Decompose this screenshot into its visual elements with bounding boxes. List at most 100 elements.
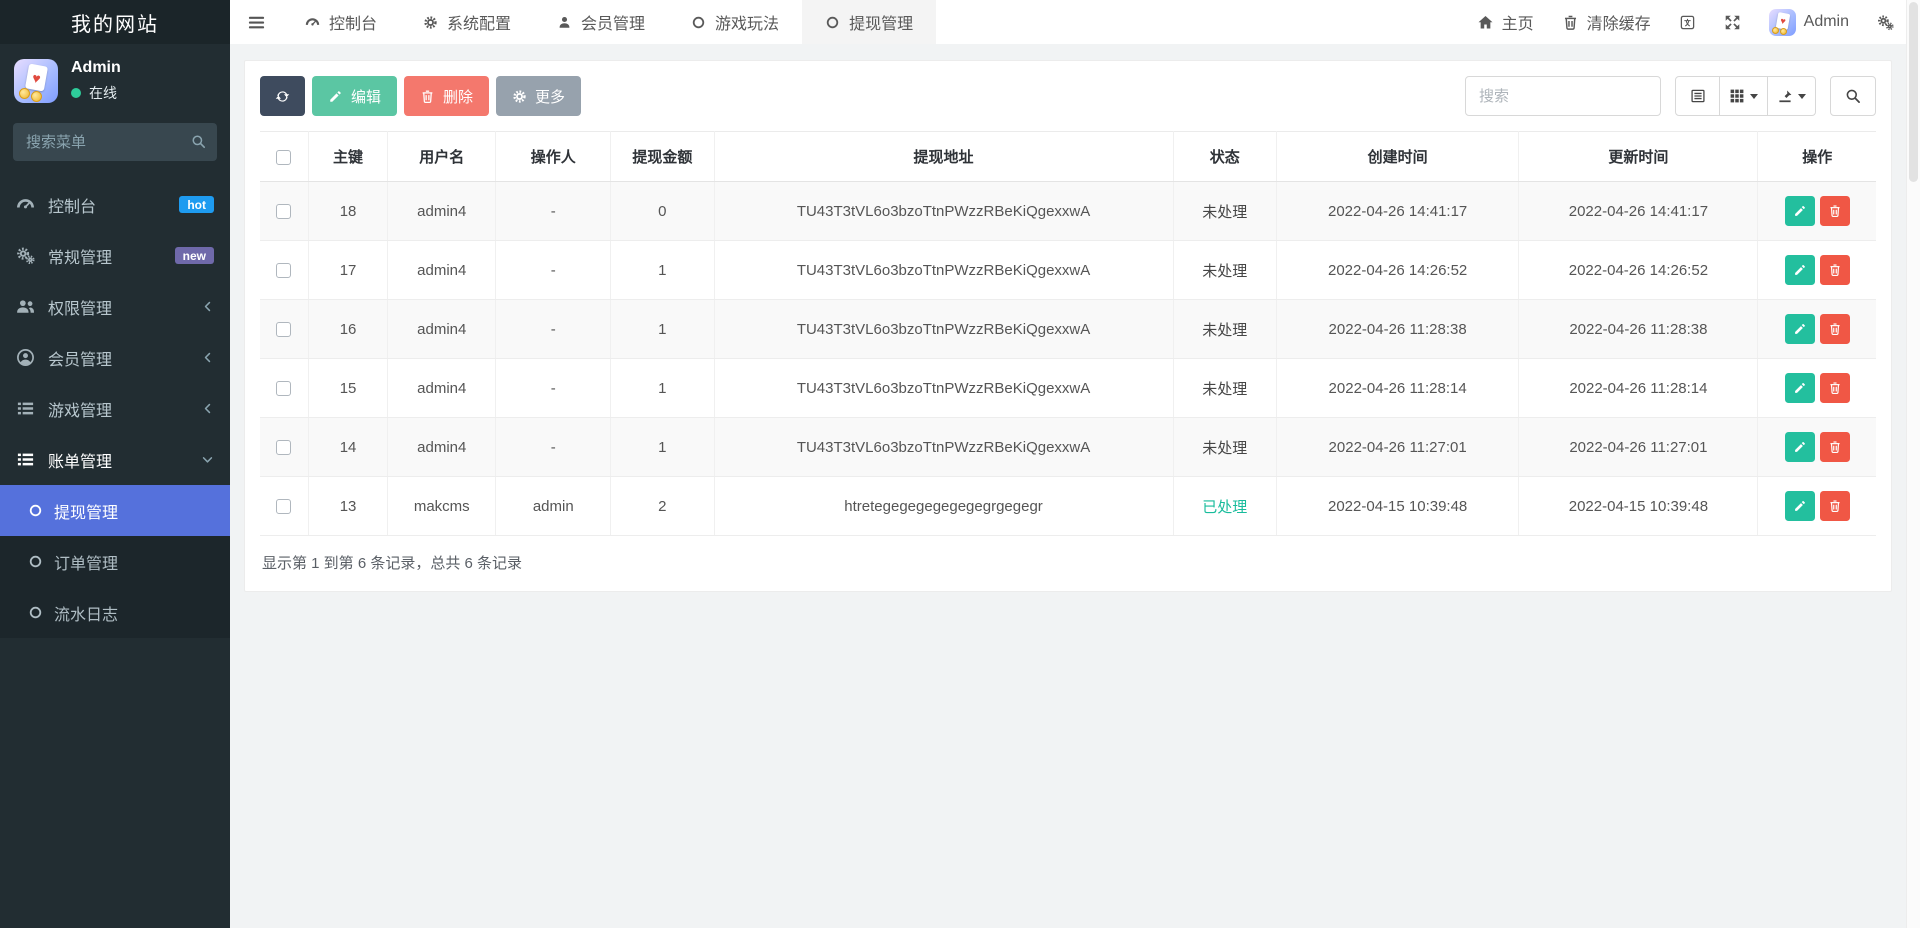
sidebar-item-label: 游戏管理 <box>48 402 113 420</box>
settings-button[interactable] <box>1877 14 1894 31</box>
tab-withdraw[interactable]: 提现管理 <box>802 0 937 44</box>
cell-address: htretegegegegegegegrgegegr <box>714 476 1174 536</box>
delete-row-button[interactable] <box>1819 196 1850 226</box>
chevron-down-icon <box>201 453 214 466</box>
sidebar-subitem-order[interactable]: 订单管理 <box>0 536 230 587</box>
delete-row-button[interactable] <box>1819 432 1850 462</box>
delete-row-button[interactable] <box>1819 373 1850 403</box>
toolbar-right <box>1465 76 1876 116</box>
cell-amount: 1 <box>610 299 715 359</box>
column-header: 状态 <box>1173 131 1277 182</box>
pencil-icon <box>328 89 343 104</box>
status-text: 未处理 <box>1202 203 1248 221</box>
sidebar-toggle-button[interactable] <box>230 0 282 44</box>
sidebar-subitem-label: 流水日志 <box>54 606 119 624</box>
tab-label: 会员管理 <box>581 16 646 33</box>
tab-system-config[interactable]: 系统配置 <box>400 0 534 44</box>
export-button[interactable] <box>1768 76 1816 116</box>
sidebar-item-game[interactable]: 游戏管理 <box>0 383 230 434</box>
language-button[interactable] <box>1679 14 1696 31</box>
caret-down-icon <box>1798 93 1806 99</box>
circle-icon <box>825 15 840 30</box>
sidebar-item-general[interactable]: 常规管理 new <box>0 230 230 281</box>
table-card: 编辑 删除 更多 搜索 主键 用户名 操作人 提现金额 提现地址 状态 创建时间… <box>244 60 1892 592</box>
cell-amount: 0 <box>610 181 715 241</box>
sidebar-item-billing[interactable]: 账单管理 <box>0 434 230 485</box>
cell-status: 已处理 <box>1173 476 1277 536</box>
delete-row-button[interactable] <box>1819 255 1850 285</box>
tab-member[interactable]: 会员管理 <box>534 0 668 44</box>
row-checkbox[interactable] <box>276 263 292 279</box>
columns-button[interactable] <box>1720 76 1768 116</box>
row-checkbox[interactable] <box>276 440 292 456</box>
cell-operator: - <box>495 240 612 300</box>
edit-row-button[interactable] <box>1784 314 1815 344</box>
menu-search-input[interactable] <box>13 123 217 161</box>
cell-id: 16 <box>308 299 389 359</box>
clear-cache-link[interactable]: 清除缓存 <box>1562 10 1651 34</box>
fullscreen-button[interactable] <box>1724 14 1741 31</box>
cell-updated-time: 2022-04-26 11:28:14 <box>1518 358 1759 418</box>
cell-actions <box>1757 358 1876 418</box>
delete-button[interactable]: 删除 <box>404 76 490 116</box>
online-label: 在线 <box>89 85 117 101</box>
export-icon <box>1777 88 1793 104</box>
status-text: 未处理 <box>1202 439 1248 457</box>
cell-username: admin4 <box>387 181 497 241</box>
sidebar-subitem-flow[interactable]: 流水日志 <box>0 587 230 638</box>
delete-row-button[interactable] <box>1819 491 1850 521</box>
delete-label: 删除 <box>443 88 474 106</box>
scrollbar-thumb[interactable] <box>1909 2 1918 182</box>
row-select-cell <box>260 417 309 477</box>
edit-row-button[interactable] <box>1784 196 1815 226</box>
cell-address: TU43T3tVL6o3bzoTtnPWzzRBeKiQgexxwA <box>714 240 1174 300</box>
brand[interactable]: 我的网站 <box>0 0 230 44</box>
cogs-icon <box>16 246 35 265</box>
grid-icon <box>1729 88 1745 104</box>
tab-dashboard[interactable]: 控制台 <box>282 0 400 44</box>
search-button[interactable] <box>1830 76 1876 116</box>
edit-row-button[interactable] <box>1784 255 1815 285</box>
edit-row-button[interactable] <box>1784 432 1815 462</box>
expand-icon <box>1724 14 1741 31</box>
tab-label: 系统配置 <box>447 16 512 33</box>
delete-row-button[interactable] <box>1819 314 1850 344</box>
tab-gameplay[interactable]: 游戏玩法 <box>668 0 802 44</box>
badge-new: new <box>174 247 214 264</box>
edit-row-button[interactable] <box>1784 373 1815 403</box>
row-checkbox[interactable] <box>276 204 292 220</box>
more-button[interactable]: 更多 <box>496 76 582 116</box>
row-checkbox[interactable] <box>276 381 292 397</box>
trash-icon <box>1562 14 1579 31</box>
badge-hot: hot <box>179 196 214 213</box>
edit-row-button[interactable] <box>1784 491 1815 521</box>
home-link[interactable]: 主页 <box>1477 10 1534 34</box>
sidebar-subitem-withdraw[interactable]: 提现管理 <box>0 485 230 536</box>
sidebar-item-member[interactable]: 会员管理 <box>0 332 230 383</box>
scrollbar[interactable] <box>1906 0 1920 928</box>
cell-created-time: 2022-04-26 11:28:14 <box>1276 358 1520 418</box>
status-text: 未处理 <box>1202 380 1248 398</box>
user-status: 在线 <box>71 83 121 103</box>
cell-username: admin4 <box>387 299 497 359</box>
table-search-input[interactable] <box>1465 76 1661 116</box>
toggle-detail-view-button[interactable] <box>1675 76 1720 116</box>
circle-icon <box>28 503 43 518</box>
sidebar-item-dashboard[interactable]: 控制台 hot <box>0 179 230 230</box>
refresh-button[interactable] <box>260 76 305 116</box>
chevron-left-icon <box>201 351 214 364</box>
cell-operator: admin <box>495 476 612 536</box>
cell-actions <box>1757 240 1876 300</box>
sidebar-item-permission[interactable]: 权限管理 <box>0 281 230 332</box>
column-header: 提现地址 <box>714 131 1174 182</box>
sidebar-item-label: 账单管理 <box>48 453 113 471</box>
select-all-checkbox[interactable] <box>276 149 292 165</box>
cogs-icon <box>1877 14 1894 31</box>
edit-button[interactable]: 编辑 <box>312 76 398 116</box>
playing-card-graphic: ♥ <box>24 63 49 92</box>
user-menu[interactable]: ♥ Admin <box>1768 8 1849 36</box>
app-title: 我的网站 <box>71 13 159 36</box>
row-checkbox[interactable] <box>276 322 292 338</box>
cell-id: 13 <box>308 476 389 536</box>
row-checkbox[interactable] <box>276 499 292 515</box>
